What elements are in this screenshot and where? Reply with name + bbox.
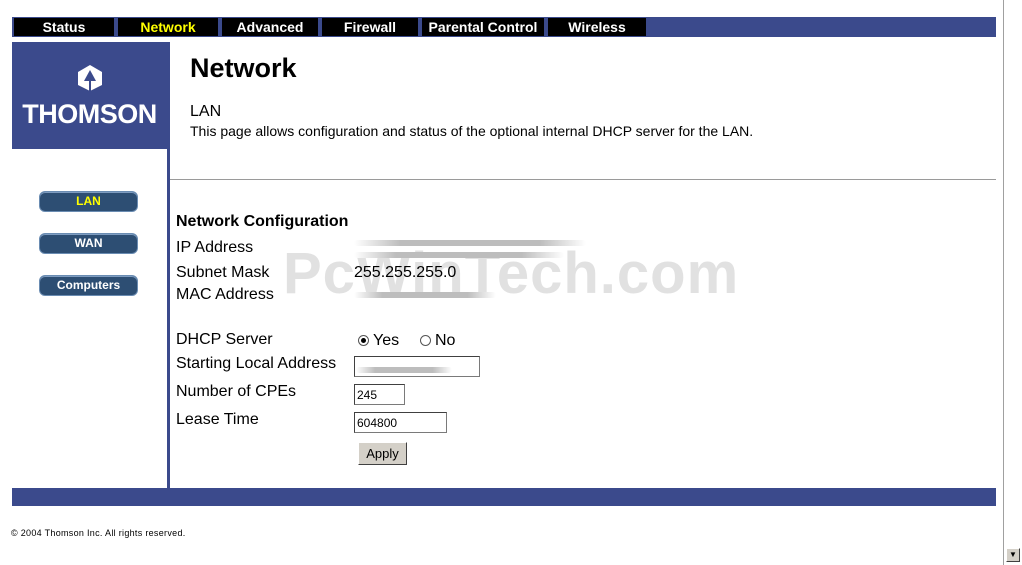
- dhcp-no-label: No: [435, 332, 456, 349]
- page-title: Network: [190, 53, 297, 83]
- section-description: This page allows configuration and statu…: [190, 123, 754, 139]
- number-of-cpes-label: Number of CPEs: [176, 383, 297, 400]
- lease-time-label: Lease Time: [176, 411, 259, 428]
- subnet-mask-label: Subnet Mask: [176, 264, 270, 281]
- starting-local-address-label: Starting Local Address: [176, 355, 337, 372]
- tab-network[interactable]: Network: [118, 18, 218, 36]
- mac-address-label: MAC Address: [176, 286, 274, 303]
- tab-advanced[interactable]: Advanced: [222, 18, 318, 36]
- sidebar-item-wan[interactable]: WAN: [39, 233, 138, 254]
- header-divider: [170, 179, 996, 180]
- ip-address-redacted-2: [354, 252, 564, 258]
- scroll-down-icon[interactable]: ▼: [1006, 548, 1020, 562]
- tab-status[interactable]: Status: [14, 18, 114, 36]
- brand-logo: THOMSON: [12, 42, 167, 149]
- vertical-scrollbar[interactable]: [1003, 0, 1022, 565]
- lease-time-input[interactable]: [354, 412, 447, 433]
- starting-address-redacted: [356, 367, 452, 373]
- thomson-logo-icon: [78, 65, 102, 91]
- dhcp-yes-radio[interactable]: [358, 335, 369, 346]
- sidebar-item-lan[interactable]: LAN: [39, 191, 138, 212]
- copyright-text: © 2004 Thomson Inc. All rights reserved.: [11, 528, 186, 538]
- ip-address-label: IP Address: [176, 239, 254, 256]
- footer-bar: [12, 488, 996, 506]
- top-navigation-bar: Status Network Advanced Firewall Parenta…: [12, 17, 996, 37]
- number-of-cpes-input[interactable]: [354, 384, 405, 405]
- dhcp-yes-label: Yes: [373, 332, 400, 349]
- apply-button[interactable]: Apply: [358, 442, 407, 465]
- tab-wireless[interactable]: Wireless: [548, 18, 646, 36]
- brand-name: THOMSON: [22, 99, 157, 129]
- ip-address-redacted: [354, 240, 586, 246]
- dhcp-no-radio[interactable]: [420, 335, 431, 346]
- sidebar-divider: [167, 42, 170, 488]
- section-title: LAN: [190, 103, 222, 120]
- tab-parental-control[interactable]: Parental Control: [422, 18, 544, 36]
- mac-address-redacted: [354, 292, 496, 298]
- sidebar-item-computers[interactable]: Computers: [39, 275, 138, 296]
- subnet-mask-value: 255.255.255.0: [354, 264, 457, 281]
- watermark: PcWinTech.com: [283, 241, 740, 306]
- network-configuration-heading: Network Configuration: [176, 213, 349, 230]
- tab-firewall[interactable]: Firewall: [322, 18, 418, 36]
- dhcp-server-label: DHCP Server: [176, 331, 273, 348]
